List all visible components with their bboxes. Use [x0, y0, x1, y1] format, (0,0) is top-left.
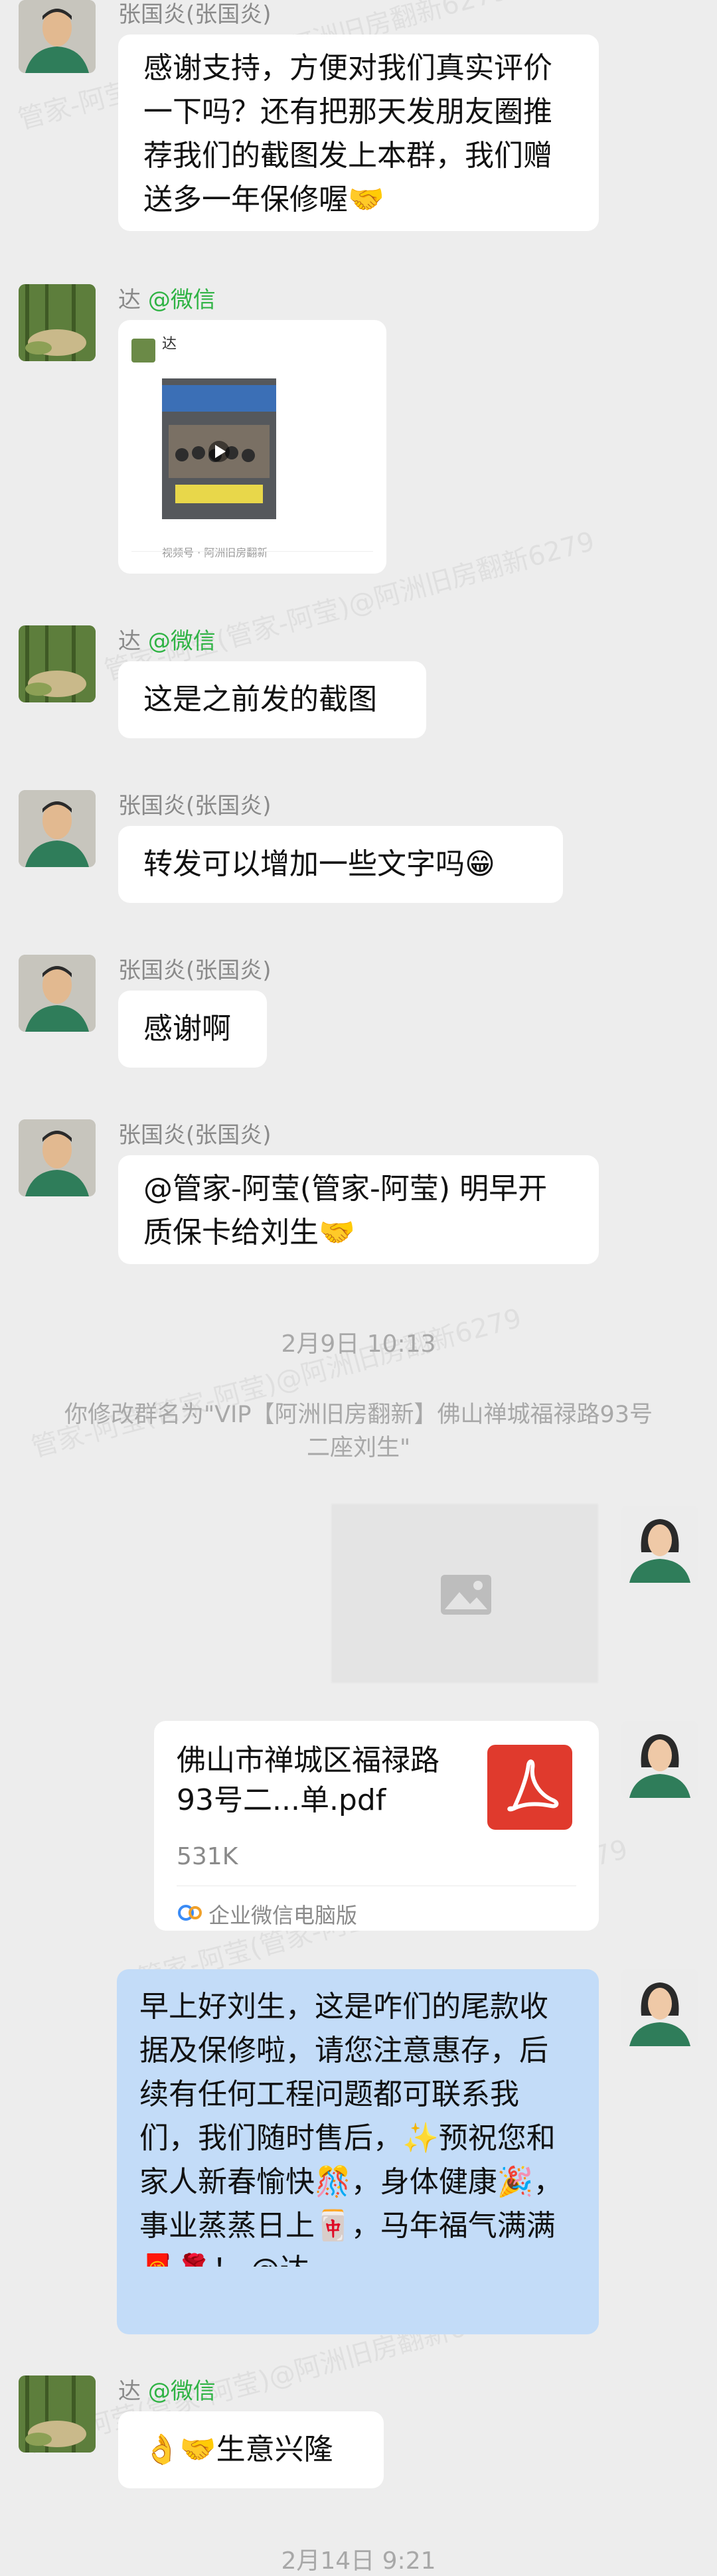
card-footer-divider	[131, 551, 373, 552]
pdf-icon	[487, 1745, 572, 1830]
message-bubble[interactable]: 转发可以增加一些文字吗😁	[118, 826, 563, 903]
message-bubble[interactable]: 感谢支持，方便对我们真实评价一下吗？还有把那天发朋友圈推荐我们的截图发上本群，我…	[118, 35, 599, 231]
avatar[interactable]	[19, 1119, 96, 1196]
card-sender-avatar	[131, 339, 155, 362]
timestamp: 2月9日 10:13	[281, 1330, 436, 1358]
avatar[interactable]	[19, 284, 96, 361]
sender-name: 张国炎(张国炎)	[118, 1122, 272, 1149]
wecom-icon	[177, 1895, 203, 1921]
avatar[interactable]	[19, 625, 96, 702]
image-placeholder[interactable]	[331, 1503, 599, 1684]
message-bubble[interactable]: 感谢啊	[118, 991, 267, 1068]
message-text: 转发可以增加一些文字吗😁	[143, 847, 495, 881]
message-text: 这是之前发的截图	[143, 683, 377, 716]
message-bubble[interactable]: @管家-阿莹(管家-阿莹) 明早开质保卡给刘生🤝	[118, 1155, 599, 1264]
avatar[interactable]	[19, 955, 96, 1032]
message-bubble[interactable]: 这是之前发的截图	[118, 661, 426, 738]
avatar[interactable]	[19, 0, 96, 73]
message-text: 👌🤝生意兴隆	[143, 2433, 333, 2466]
video-thumbnail[interactable]	[162, 378, 276, 519]
card-sender-name: 达	[162, 336, 177, 353]
message-text: @管家-阿莹(管家-阿莹) 明早开质保卡给刘生🤝	[143, 1172, 548, 1249]
sender-name: 达 @微信	[118, 2378, 216, 2405]
file-size: 531K	[177, 1843, 238, 1870]
avatar[interactable]	[621, 1969, 698, 2046]
message-text: 早上好刘生，这是咋们的尾款收据及保修啦，请您注意惠存，后续有任何工程问题都可联系…	[139, 1990, 563, 2267]
sender-name: 张国炎(张国炎)	[118, 957, 272, 984]
sender-name: 达 @微信	[118, 287, 216, 313]
system-notice: 你修改群名为"VIP【阿洲旧房翻新】佛山禅城福禄路93号二座刘生"	[64, 1402, 653, 1461]
sender-name: 张国炎(张国炎)	[118, 793, 272, 819]
sender-name: 达 @微信	[118, 628, 216, 655]
message-text: 感谢啊	[143, 1012, 231, 1046]
image-icon	[441, 1575, 491, 1615]
card-caption: 视频号 · 阿洲旧房翻新	[162, 546, 268, 559]
avatar[interactable]	[19, 2375, 96, 2453]
timestamp: 2月14日 9:21	[281, 2547, 436, 2575]
avatar[interactable]	[621, 1506, 698, 1583]
message-bubble[interactable]: 👌🤝生意兴隆	[118, 2411, 384, 2488]
avatar[interactable]	[621, 1721, 698, 1798]
shared-video-card[interactable]: 达 视频号 · 阿洲旧房翻新	[118, 320, 386, 574]
sender-name: 张国炎(张国炎)	[118, 1, 272, 28]
file-source: 企业微信电脑版	[208, 1903, 358, 1928]
file-bubble[interactable]: 佛山市禅城区福禄路93号二...单.pdf 531K 企业微信电脑版	[154, 1721, 599, 1931]
avatar[interactable]	[19, 790, 96, 867]
message-text: 感谢支持，方便对我们真实评价一下吗？还有把那天发朋友圈推荐我们的截图发上本群，我…	[143, 51, 552, 216]
file-name: 佛山市禅城区福禄路93号二...单.pdf	[177, 1743, 439, 1817]
message-bubble[interactable]: 早上好刘生，这是咋们的尾款收据及保修啦，请您注意惠存，后续有任何工程问题都可联系…	[117, 1969, 599, 2334]
